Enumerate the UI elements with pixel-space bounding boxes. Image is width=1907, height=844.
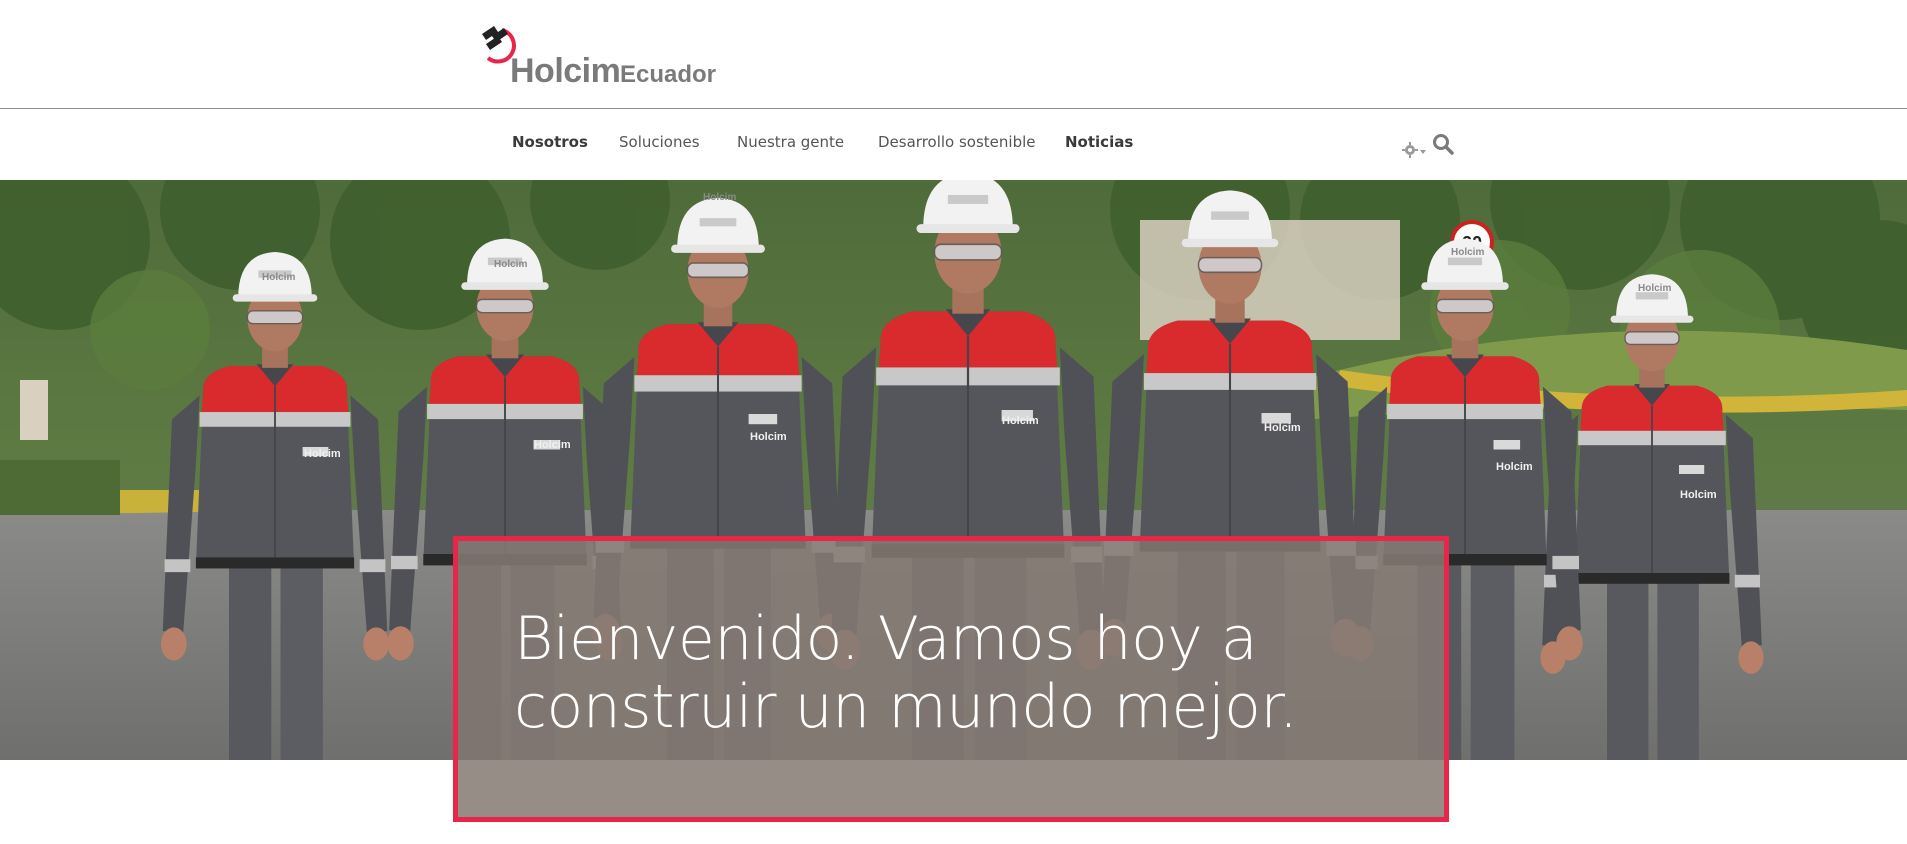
svg-text:Holcim: Holcim <box>1638 283 1671 294</box>
search-icon[interactable] <box>1432 133 1454 155</box>
svg-text:Holcim: Holcim <box>304 448 341 460</box>
main-navigation: Nosotros Soluciones Nuestra gente Desarr… <box>0 109 1907 180</box>
svg-text:Holcim: Holcim <box>1451 247 1484 258</box>
nav-tools <box>1402 133 1462 163</box>
logo-wordmark: Holcim <box>510 52 621 90</box>
nav-item-nuestra-gente[interactable]: Nuestra gente <box>737 133 844 151</box>
logo-country: Ecuador <box>620 61 717 88</box>
welcome-box: Bienvenido. Vamos hoy a construir un mun… <box>453 536 1449 822</box>
nav-item-nosotros[interactable]: Nosotros <box>512 133 588 151</box>
svg-text:Holcim: Holcim <box>534 439 571 451</box>
gear-icon[interactable] <box>1402 141 1428 159</box>
svg-text:Holcim: Holcim <box>750 431 787 443</box>
site-header: Holcim Ecuador <box>0 0 1907 109</box>
holcim-logo[interactable]: Holcim Ecuador <box>480 24 720 90</box>
nav-item-noticias[interactable]: Noticias <box>1065 133 1133 151</box>
svg-text:Holcim: Holcim <box>703 192 736 203</box>
svg-text:Holcim: Holcim <box>262 272 295 283</box>
svg-text:Holcim: Holcim <box>1496 461 1533 473</box>
nav-item-desarrollo-sostenible[interactable]: Desarrollo sostenible <box>878 133 1036 151</box>
svg-text:Holcim: Holcim <box>494 259 527 270</box>
svg-text:Holcim: Holcim <box>1680 489 1717 501</box>
svg-text:Holcim: Holcim <box>1264 422 1301 434</box>
nav-item-soluciones[interactable]: Soluciones <box>619 133 700 151</box>
svg-text:Holcim: Holcim <box>1002 415 1039 427</box>
hero-headline: Bienvenido. Vamos hoy a construir un mun… <box>514 604 1298 742</box>
